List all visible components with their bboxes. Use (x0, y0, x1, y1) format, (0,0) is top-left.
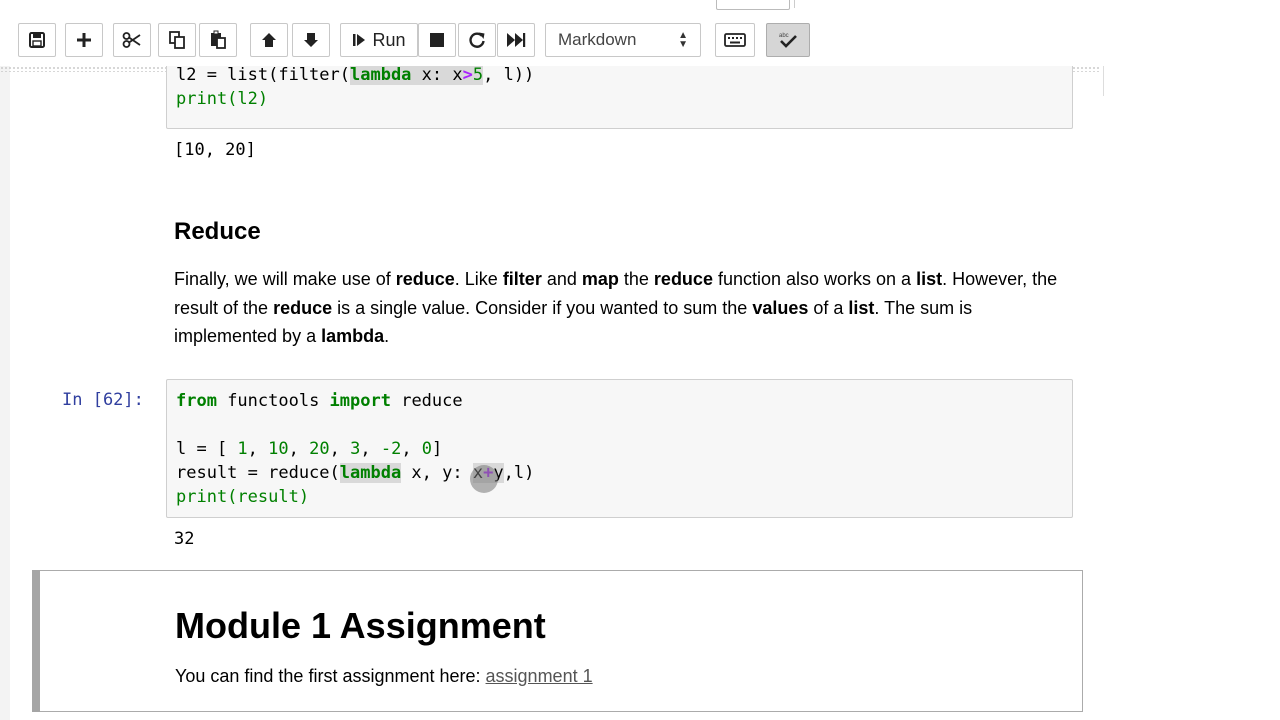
svg-text:abc: abc (779, 33, 789, 39)
insert-cell-button[interactable] (65, 23, 103, 57)
cell-type-value: Markdown (558, 30, 637, 49)
right-margin (1090, 96, 1280, 720)
move-down-button[interactable] (292, 23, 330, 57)
restart-button[interactable] (458, 23, 496, 57)
input-prompt: In [62]: (62, 390, 144, 410)
kernel-indicator-field (716, 0, 790, 10)
run-label: Run (372, 29, 406, 50)
run-button[interactable]: Run (340, 23, 418, 57)
header-divider (1103, 66, 1104, 96)
fast-forward-icon (506, 32, 526, 48)
restart-run-all-button[interactable] (497, 23, 535, 57)
top-partial-bar (0, 0, 1280, 16)
notebook-container: l2 = list(filter(lambda x: x>5, l)) prin… (0, 66, 1280, 720)
kernel-status-area (794, 0, 1095, 8)
mouse-cursor-highlight (470, 465, 498, 493)
code-line-print: print(l2) (176, 89, 269, 109)
scissors-icon (122, 31, 142, 49)
assignment-link[interactable]: assignment 1 (486, 666, 593, 686)
cell-type-select[interactable]: Markdown ▲ ▼ (545, 23, 701, 57)
copy-icon (168, 30, 186, 50)
paste-icon (209, 30, 227, 50)
refresh-icon (468, 31, 486, 49)
code-line-print-result: print(result) (176, 487, 310, 507)
arrow-up-icon (260, 31, 278, 49)
reduce-heading: Reduce (174, 218, 261, 245)
cut-button[interactable] (113, 23, 151, 57)
command-palette-button[interactable] (715, 23, 755, 57)
reduce-code-cell[interactable]: from functools import reduce l = [ 1, 10… (166, 379, 1073, 518)
selection-indicator (32, 570, 40, 712)
assignment-heading: Module 1 Assignment (175, 605, 546, 646)
code-line-import: from functools import reduce (176, 391, 463, 411)
filter-code-cell[interactable]: l2 = list(filter(lambda x: x>5, l)) prin… (166, 66, 1073, 129)
step-forward-icon (352, 32, 366, 48)
reduce-description: Finally, we will make use of reduce. Lik… (174, 269, 1058, 346)
code-line-list: l = [ 1, 10, 20, 3, -2, 0] (176, 439, 443, 459)
move-up-button[interactable] (250, 23, 288, 57)
arrow-down-icon (302, 31, 320, 49)
stop-icon (429, 32, 445, 48)
reduce-output: 32 (174, 529, 195, 549)
save-button[interactable] (18, 23, 56, 57)
assignment-text: You can find the first assignment here: … (175, 666, 593, 686)
spellcheck-button[interactable]: abc (766, 23, 810, 57)
interrupt-button[interactable] (418, 23, 456, 57)
keyboard-icon (724, 32, 746, 48)
spellcheck-icon: abc (777, 31, 799, 49)
notebook-toolbar: Run Markdown ▲ ▼ abc (0, 16, 1280, 66)
save-icon (28, 31, 46, 49)
assignment-markdown-cell[interactable]: Module 1 Assignment You can find the fir… (32, 570, 1083, 712)
paste-button[interactable] (199, 23, 237, 57)
filter-output: [10, 20] (174, 140, 256, 160)
plus-icon (75, 31, 93, 49)
select-arrows-icon: ▲ ▼ (678, 30, 688, 50)
copy-button[interactable] (158, 23, 196, 57)
code-line-filter: l2 = list(filter(lambda x: x>5, l)) (176, 66, 535, 85)
left-gutter (0, 66, 10, 720)
